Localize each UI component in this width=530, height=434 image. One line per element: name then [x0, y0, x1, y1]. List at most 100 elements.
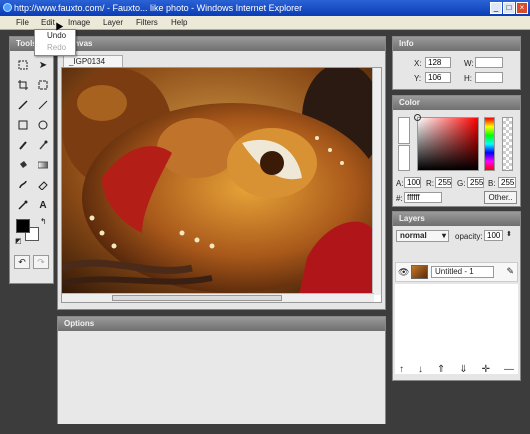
options-body — [58, 331, 385, 424]
new-color-preview — [398, 117, 410, 144]
airbrush-icon[interactable] — [33, 135, 53, 155]
move-layer-down-icon[interactable]: ↓ — [418, 364, 423, 375]
y-label: Y: — [414, 74, 422, 83]
y-field[interactable] — [425, 72, 451, 83]
text-tool-icon[interactable]: A — [33, 195, 53, 215]
delete-layer-icon[interactable]: — — [504, 364, 514, 375]
close-icon[interactable]: × — [516, 2, 528, 14]
color-panel: Color A: R: G: B: #: Other.. — [392, 95, 521, 207]
h-label: H: — [464, 74, 472, 83]
gradient-icon[interactable] — [33, 155, 53, 175]
fill-bucket-icon[interactable] — [13, 155, 33, 175]
menu-item-undo[interactable]: Undo — [35, 30, 75, 42]
canvas-panel: Canvas _IGP0134 — [57, 36, 386, 310]
layers-body: normal ▾ opacity: ⬍ 👁 Untitled - 1 ✎ — [393, 226, 520, 380]
window-controls: _ □ × — [490, 2, 528, 14]
pencil-icon[interactable] — [13, 95, 33, 115]
opacity-field[interactable] — [484, 230, 503, 241]
other-color-button[interactable]: Other.. — [484, 191, 517, 204]
eraser-icon[interactable] — [33, 175, 53, 195]
ellipse-icon[interactable] — [33, 115, 53, 135]
layers-panel: Layers normal ▾ opacity: ⬍ 👁 Untitled - … — [392, 211, 521, 381]
eye-visibility-icon[interactable]: 👁 — [398, 267, 409, 278]
green-field[interactable] — [467, 177, 484, 188]
eyedropper-icon[interactable] — [13, 195, 33, 215]
menu-item-redo[interactable]: Redo — [35, 42, 75, 54]
smudge-icon[interactable] — [13, 175, 33, 195]
alpha-field[interactable] — [404, 177, 421, 188]
x-label: X: — [414, 59, 422, 68]
line-icon[interactable] — [33, 95, 53, 115]
color-swatches: ↰ ◩ — [10, 215, 53, 249]
menu-layer[interactable]: Layer — [103, 16, 123, 30]
tools-panel: Tools ➤ A ↰ ◩ ↶ ↷ — [9, 36, 54, 284]
menu-file[interactable]: File — [16, 16, 29, 30]
foreground-color-swatch[interactable] — [16, 219, 30, 233]
redo-button-icon[interactable]: ↷ — [33, 255, 49, 269]
edit-menu-dropdown: Undo Redo — [34, 29, 76, 56]
rectangle-icon[interactable] — [13, 115, 33, 135]
minimize-icon[interactable]: _ — [490, 2, 502, 14]
blue-label: B: — [488, 179, 496, 188]
layer-name-field[interactable]: Untitled - 1 — [431, 266, 494, 278]
brush-icon[interactable] — [13, 135, 33, 155]
blend-mode-select[interactable]: normal ▾ — [396, 230, 449, 242]
document-tab[interactable]: _IGP0134 — [63, 55, 123, 67]
ie-logo-icon — [3, 3, 12, 12]
color-picker-handle-icon[interactable] — [414, 114, 421, 121]
move-layer-top-icon[interactable]: ⇑ — [437, 364, 445, 375]
red-label: R: — [426, 179, 434, 188]
layer-properties-icon[interactable]: ✎ — [506, 266, 514, 277]
red-field[interactable] — [435, 177, 452, 188]
canvas-area[interactable] — [61, 67, 382, 303]
undo-redo-buttons: ↶ ↷ — [10, 249, 53, 269]
horizontal-scroll-thumb[interactable] — [112, 295, 282, 301]
layer-row[interactable]: 👁 Untitled - 1 ✎ — [395, 262, 518, 282]
alpha-slider[interactable] — [502, 117, 513, 171]
blue-field[interactable] — [498, 177, 516, 188]
w-label: W: — [464, 59, 474, 68]
maximize-icon[interactable]: □ — [503, 2, 515, 14]
move-layer-up-icon[interactable]: ↑ — [399, 364, 404, 375]
horizontal-scrollbar[interactable] — [62, 293, 374, 302]
w-field[interactable] — [475, 57, 503, 68]
default-colors-icon[interactable]: ◩ — [15, 237, 22, 245]
blend-mode-value: normal — [400, 231, 427, 240]
menu-filters[interactable]: Filters — [136, 16, 158, 30]
move-layer-bottom-icon[interactable]: ⇓ — [459, 364, 467, 375]
hue-slider[interactable] — [484, 117, 495, 171]
menu-help[interactable]: Help — [171, 16, 187, 30]
hex-field[interactable] — [404, 192, 442, 203]
add-layer-icon[interactable]: ✛ — [482, 364, 490, 375]
swap-colors-icon[interactable]: ↰ — [40, 217, 47, 226]
vertical-scrollbar[interactable] — [372, 68, 381, 295]
saturation-brightness-picker[interactable] — [414, 114, 479, 171]
alpha-label: A: — [396, 179, 404, 188]
transform-icon[interactable] — [33, 75, 53, 95]
tool-grid: ➤ A — [10, 51, 53, 215]
info-panel-title: Info — [393, 37, 520, 51]
layer-toolbar: ↑ ↓ ⇑ ⇓ ✛ — — [392, 361, 521, 377]
crop-icon[interactable] — [13, 75, 33, 95]
menu-image[interactable]: Image — [68, 16, 90, 30]
options-panel: Options — [57, 316, 386, 424]
hex-label: #: — [396, 194, 403, 203]
canvas-panel-title: Canvas — [58, 37, 385, 51]
options-panel-title: Options — [58, 317, 385, 331]
marquee-select-icon[interactable] — [13, 55, 33, 75]
mask-photo[interactable] — [62, 68, 374, 295]
move-arrow-icon[interactable]: ➤ — [33, 55, 53, 75]
undo-button-icon[interactable]: ↶ — [14, 255, 30, 269]
color-panel-title: Color — [393, 96, 520, 110]
opacity-label: opacity: — [455, 232, 483, 241]
chevron-down-icon: ▾ — [441, 231, 446, 240]
opacity-stepper-icon[interactable]: ⬍ — [506, 230, 512, 238]
menu-bar: File Edit Image Layer Filters Help — [0, 16, 530, 30]
green-label: G: — [457, 179, 466, 188]
window-title-bar: http://www.fauxto.com/ - Fauxto... like … — [0, 0, 530, 16]
x-field[interactable] — [425, 57, 451, 68]
layer-thumbnail — [411, 265, 428, 279]
layers-panel-title: Layers — [393, 212, 520, 226]
h-field[interactable] — [475, 72, 503, 83]
old-color-preview — [398, 145, 410, 171]
